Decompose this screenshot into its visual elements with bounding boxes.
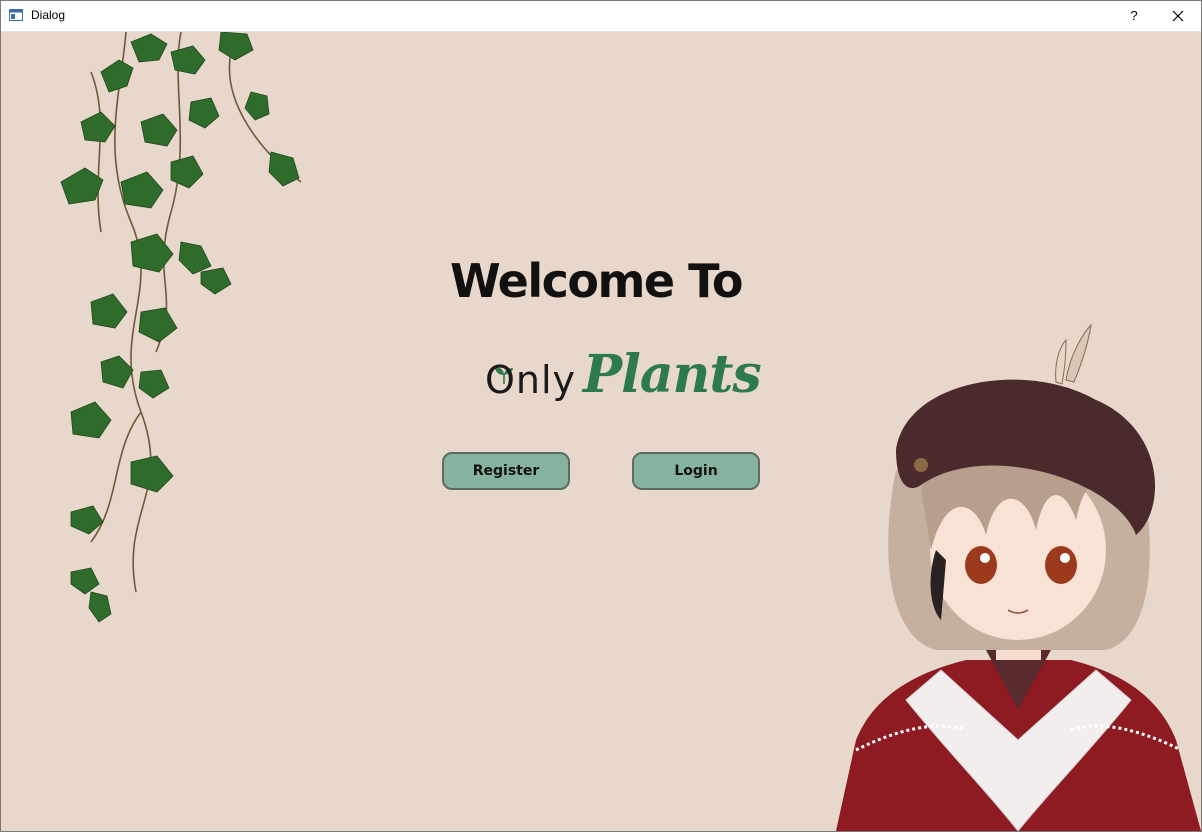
onlyplants-logo: Only Plants xyxy=(485,342,762,414)
register-button[interactable]: Register xyxy=(442,452,570,490)
welcome-heading: Welcome To xyxy=(450,254,743,308)
title-bar[interactable]: Dialog ? xyxy=(1,1,1201,32)
dialog-content: Welcome To Only Plants Register Login xyxy=(1,32,1201,831)
help-button[interactable]: ? xyxy=(1111,1,1157,31)
ivy-vine-illustration xyxy=(60,32,302,623)
logo-only-text: Only xyxy=(485,358,577,402)
dialog-app-icon xyxy=(9,9,23,21)
login-button[interactable]: Login xyxy=(632,452,760,490)
close-icon[interactable] xyxy=(1155,1,1201,31)
dialog-window: Dialog ? Welcome To Only Plants Register… xyxy=(0,0,1202,832)
window-title: Dialog xyxy=(31,8,66,22)
logo-plants-text: Plants xyxy=(583,344,762,405)
anime-girl-illustration xyxy=(836,323,1201,831)
